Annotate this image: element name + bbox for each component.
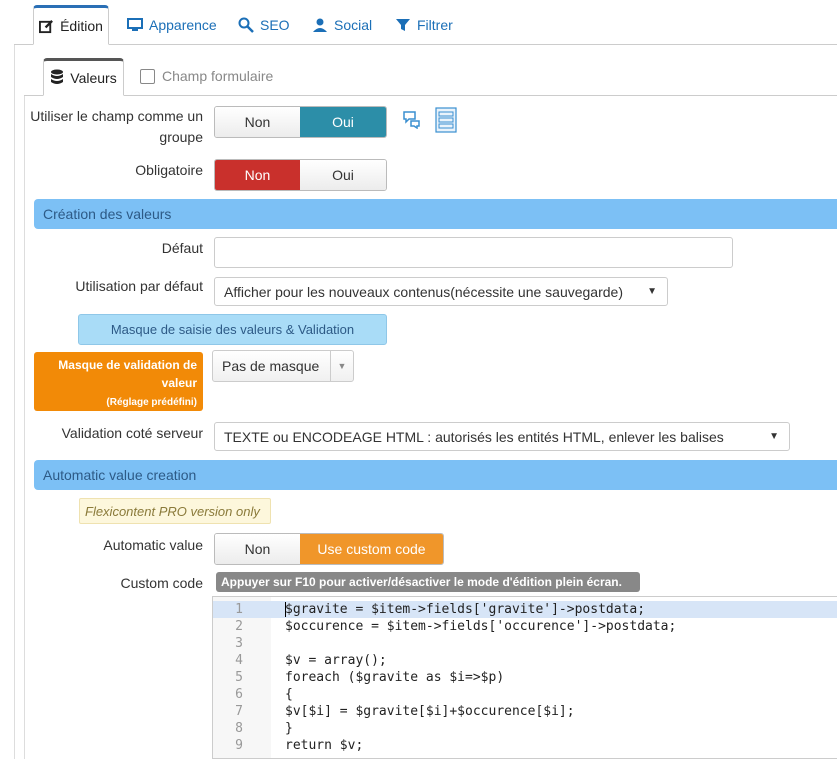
code-line: 9 return $v; bbox=[235, 738, 364, 753]
text-cursor bbox=[285, 602, 286, 617]
automatic-value-label: Automatic value bbox=[103, 537, 203, 553]
validation-mask-select[interactable]: Pas de masque ▼ bbox=[212, 350, 354, 382]
subtab-label: Champ formulaire bbox=[162, 68, 274, 84]
auto-value-custom-code-button[interactable]: Use custom code bbox=[300, 534, 443, 564]
code-line: 2 $occurence = $item->fields['occurence']… bbox=[235, 619, 677, 634]
code-line: 6{ bbox=[235, 687, 293, 702]
search-icon bbox=[238, 17, 254, 33]
required-toggle: Non Oui bbox=[214, 159, 387, 191]
default-usage-label: Utilisation par défaut bbox=[75, 278, 203, 294]
tab-label: Apparence bbox=[149, 17, 217, 33]
tab-edition[interactable]: Édition bbox=[33, 5, 109, 45]
validation-mask-title: Masque de validation de valeur bbox=[58, 358, 197, 390]
comments-icon[interactable] bbox=[402, 109, 422, 132]
code-line: 8} bbox=[235, 721, 293, 736]
checkbox-icon[interactable] bbox=[140, 68, 155, 84]
pro-version-note: Flexicontent PRO version only bbox=[79, 498, 271, 524]
custom-code-label: Custom code bbox=[120, 575, 203, 591]
database-icon bbox=[50, 69, 64, 88]
tab-label: SEO bbox=[260, 17, 290, 33]
tab-label: Social bbox=[334, 17, 373, 33]
default-usage-select[interactable]: Afficher pour les nouveaux contenus(néce… bbox=[214, 277, 668, 306]
select-value: Pas de masque bbox=[222, 358, 320, 374]
auto-value-non-button[interactable]: Non bbox=[215, 534, 300, 564]
code-line: 1 $gravite = $item->fields['gravite']->po… bbox=[213, 601, 837, 618]
subtab-label: Valeurs bbox=[70, 70, 117, 86]
tab-social[interactable]: Social bbox=[312, 6, 372, 44]
required-oui-button[interactable]: Oui bbox=[300, 160, 386, 190]
tab-label: Filtrer bbox=[417, 17, 453, 33]
section-automatic-value: Automatic value creation bbox=[34, 460, 837, 490]
code-line: 4 $v = array(); bbox=[235, 653, 387, 668]
group-field-label: Utiliser le champ comme un groupe bbox=[30, 108, 203, 145]
required-label: Obligatoire bbox=[135, 162, 203, 178]
code-line: 7 $v[$i] = $gravite[$i]+$occurence[$i]; bbox=[235, 704, 575, 719]
user-icon bbox=[312, 17, 328, 33]
caret-down-icon: ▼ bbox=[769, 431, 779, 442]
server-validation-label: Validation coté serveur bbox=[61, 425, 203, 441]
subtab-champ-formulaire[interactable]: Champ formulaire bbox=[140, 64, 273, 88]
tab-apparence[interactable]: Apparence bbox=[127, 6, 217, 44]
required-non-button[interactable]: Non bbox=[215, 160, 300, 190]
tab-label: Édition bbox=[60, 18, 103, 34]
validation-mask-label: Masque de validation de valeur (Réglage … bbox=[34, 352, 203, 411]
code-line: 3 bbox=[235, 636, 243, 651]
server-validation-select[interactable]: TEXTE ou ENCODEAGE HTML : autorisés les … bbox=[214, 422, 790, 451]
default-label: Défaut bbox=[161, 240, 203, 256]
code-editor[interactable]: 1 $gravite = $item->fields['gravite']->po… bbox=[212, 596, 837, 759]
tab-filtrer[interactable]: Filtrer bbox=[395, 6, 453, 44]
monitor-icon bbox=[127, 18, 143, 32]
code-line: 5 foreach ($gravite as $i=>$p) bbox=[235, 670, 505, 685]
filter-icon bbox=[395, 17, 411, 33]
fullscreen-hint: Appuyer sur F10 pour activer/désactiver … bbox=[216, 572, 640, 592]
caret-down-icon: ▼ bbox=[330, 351, 353, 381]
validation-mask-sublabel: (Réglage prédéfini) bbox=[106, 397, 197, 408]
mask-validation-button[interactable]: Masque de saisie des valeurs & Validatio… bbox=[78, 314, 387, 345]
list-layout-icon[interactable] bbox=[435, 107, 457, 136]
group-field-non-button[interactable]: Non bbox=[215, 107, 300, 137]
top-tab-bar: Édition Apparence SEO Social Filtrer bbox=[0, 0, 837, 45]
select-value: TEXTE ou ENCODEAGE HTML : autorisés les … bbox=[224, 428, 724, 445]
tab-seo[interactable]: SEO bbox=[238, 6, 290, 44]
subtab-valeurs[interactable]: Valeurs bbox=[43, 58, 124, 96]
edit-icon bbox=[39, 19, 54, 34]
group-field-toggle: Non Oui bbox=[214, 106, 387, 138]
caret-down-icon: ▼ bbox=[647, 286, 657, 297]
group-field-oui-button[interactable]: Oui bbox=[300, 107, 386, 137]
section-creation-valeurs: Création des valeurs bbox=[34, 199, 837, 229]
select-value: Afficher pour les nouveaux contenus(néce… bbox=[224, 283, 623, 300]
automatic-value-toggle: Non Use custom code bbox=[214, 533, 444, 565]
default-input[interactable] bbox=[214, 237, 733, 268]
